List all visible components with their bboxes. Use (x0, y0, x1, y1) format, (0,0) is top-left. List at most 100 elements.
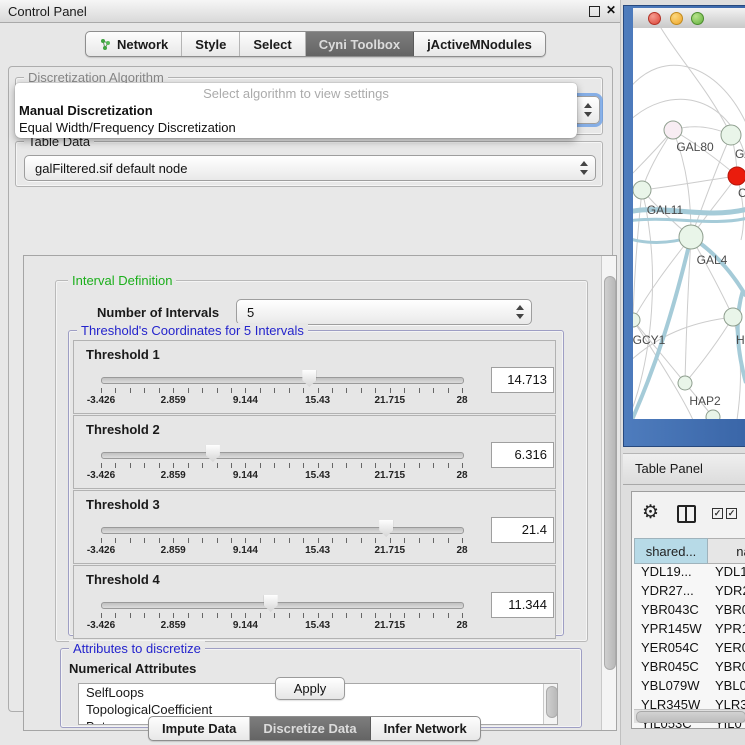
cell-shared-name[interactable]: YDR27... (641, 583, 694, 598)
threshold-slider-track[interactable] (101, 602, 464, 609)
node-label: HAP2 (689, 394, 721, 408)
network-icon (99, 38, 112, 51)
threshold-value-box[interactable]: 11.344 (491, 592, 554, 618)
tab-network[interactable]: Network (86, 32, 182, 56)
network-graph: GAL80GAL11GAL4GCY1HHAP2GAC (633, 28, 745, 419)
network-edge (685, 317, 733, 383)
split-columns-icon[interactable] (677, 505, 696, 523)
node-label: GAL11 (647, 203, 684, 217)
cell-name[interactable]: YDR2 (715, 583, 745, 598)
checkbox-icon[interactable]: ✓ (712, 508, 723, 519)
float-window-icon[interactable] (589, 6, 600, 17)
number-of-intervals-spinner[interactable]: 5 (236, 299, 532, 325)
column-header-name[interactable]: name (708, 538, 745, 564)
network-edge-highlighted (633, 237, 691, 419)
table-hscrollbar-thumb[interactable] (636, 711, 745, 723)
close-traffic-light-icon[interactable] (648, 12, 661, 25)
table-data-combobox[interactable]: galFiltered.sif default node (24, 155, 596, 181)
slider-thumb[interactable] (302, 370, 316, 387)
checkbox-icon[interactable]: ✓ (726, 508, 737, 519)
slider-thumb[interactable] (206, 445, 220, 462)
threshold-value-box[interactable]: 21.4 (491, 517, 554, 543)
cell-name[interactable]: YPR1 (715, 621, 745, 636)
network-node-hap2[interactable] (678, 376, 692, 390)
gear-icon[interactable]: ⚙ (642, 503, 659, 523)
dropdown-prompt: Select algorithm to view settings (15, 86, 577, 101)
threshold-value-box[interactable]: 14.713 (491, 367, 554, 393)
threshold-slider-track[interactable] (101, 377, 464, 384)
network-node[interactable] (706, 410, 720, 419)
network-edge (658, 28, 731, 135)
tab-discretize-data[interactable]: Discretize Data (250, 717, 370, 740)
settings-scrollbar-thumb[interactable] (604, 276, 616, 670)
column-header-shared-name[interactable]: shared... (634, 538, 708, 564)
network-node-gal11[interactable] (633, 181, 651, 199)
apply-button[interactable]: Apply (275, 677, 345, 700)
zoom-traffic-light-icon[interactable] (691, 12, 704, 25)
control-panel-title: Control Panel (8, 4, 87, 19)
tab-impute-data-label: Impute Data (162, 721, 236, 736)
network-window-titlebar[interactable] (633, 8, 745, 29)
tab-infer-network[interactable]: Infer Network (371, 717, 480, 740)
attributes-scrollbar-thumb[interactable] (546, 686, 558, 718)
close-icon[interactable]: ✕ (606, 3, 616, 17)
network-node-h[interactable] (724, 308, 742, 326)
threshold-value-box[interactable]: 6.316 (491, 442, 554, 468)
cell-shared-name[interactable]: YBR045C (641, 659, 699, 674)
tab-impute-data[interactable]: Impute Data (149, 717, 250, 740)
threshold-panel: Threshold 2 -3.4262.8599.14415.4321.7152… (73, 415, 556, 489)
cell-name[interactable]: YBL0 (715, 678, 745, 693)
table-panel-header: Table Panel (623, 453, 745, 485)
cell-shared-name[interactable]: YDL19... (641, 564, 692, 579)
network-node-gcy1[interactable] (633, 313, 640, 327)
node-label: GAL80 (676, 140, 714, 154)
thresholds-group-title: Threshold's Coordinates for 5 Intervals (77, 323, 308, 338)
threshold-label: Threshold 3 (86, 497, 160, 512)
threshold-label: Threshold 1 (86, 347, 160, 362)
threshold-label: Threshold 4 (86, 572, 160, 587)
attributes-list-scrollbar[interactable] (543, 684, 557, 724)
threshold-slider-track[interactable] (101, 527, 464, 534)
node-label: H (736, 333, 745, 347)
tab-jactivemnodules-label: jActiveMNodules (427, 37, 532, 52)
interval-definition-title: Interval Definition (68, 273, 176, 288)
tab-jactivemnodules[interactable]: jActiveMNodules (414, 32, 545, 56)
network-node[interactable] (721, 125, 741, 145)
control-panel-titlebar: Control Panel ✕ (0, 0, 620, 23)
dropdown-option-equal-width-frequency[interactable]: Equal Width/Frequency Discretization (18, 119, 575, 137)
network-node-gal4[interactable] (679, 225, 703, 249)
cell-name[interactable]: YER0 (715, 640, 745, 655)
minimize-traffic-light-icon[interactable] (670, 12, 683, 25)
threshold-slider-track[interactable] (101, 452, 464, 459)
tab-network-label: Network (117, 37, 168, 52)
tab-infer-network-label: Infer Network (384, 721, 467, 736)
cell-name[interactable]: YBR0 (715, 602, 745, 617)
cell-shared-name[interactable]: YPR145W (641, 621, 702, 636)
tab-cyni-toolbox[interactable]: Cyni Toolbox (306, 32, 414, 56)
network-edge-highlighted (633, 218, 745, 221)
cell-shared-name[interactable]: YBR043C (641, 602, 699, 617)
tab-style-label: Style (195, 37, 226, 52)
cell-name[interactable]: YBR0 (715, 659, 745, 674)
network-canvas[interactable]: GAL80GAL11GAL4GCY1HHAP2GAC (633, 28, 745, 419)
settings-scrollbar[interactable] (601, 256, 616, 730)
tab-select-label: Select (253, 37, 291, 52)
cell-shared-name[interactable]: YBL079W (641, 678, 700, 693)
dropdown-option-manual-discretization[interactable]: Manual Discretization (18, 102, 575, 120)
slider-thumb[interactable] (379, 520, 393, 537)
tab-discretize-data-label: Discretize Data (263, 721, 356, 736)
table-horizontal-scrollbar[interactable] (634, 709, 745, 723)
cell-shared-name[interactable]: YER054C (641, 640, 699, 655)
tab-select[interactable]: Select (240, 32, 305, 56)
network-edge (691, 237, 733, 317)
cell-name[interactable]: YDL1 (715, 564, 745, 579)
tab-style[interactable]: Style (182, 32, 240, 56)
number-of-intervals-label: Number of Intervals (97, 305, 219, 320)
network-node[interactable] (728, 167, 745, 185)
node-label-partial: GA (735, 147, 745, 161)
slider-thumb[interactable] (264, 595, 278, 612)
table-panel-title: Table Panel (635, 461, 703, 476)
network-edge (642, 176, 737, 190)
number-of-intervals-value: 5 (247, 305, 254, 320)
network-node-gal80[interactable] (664, 121, 682, 139)
